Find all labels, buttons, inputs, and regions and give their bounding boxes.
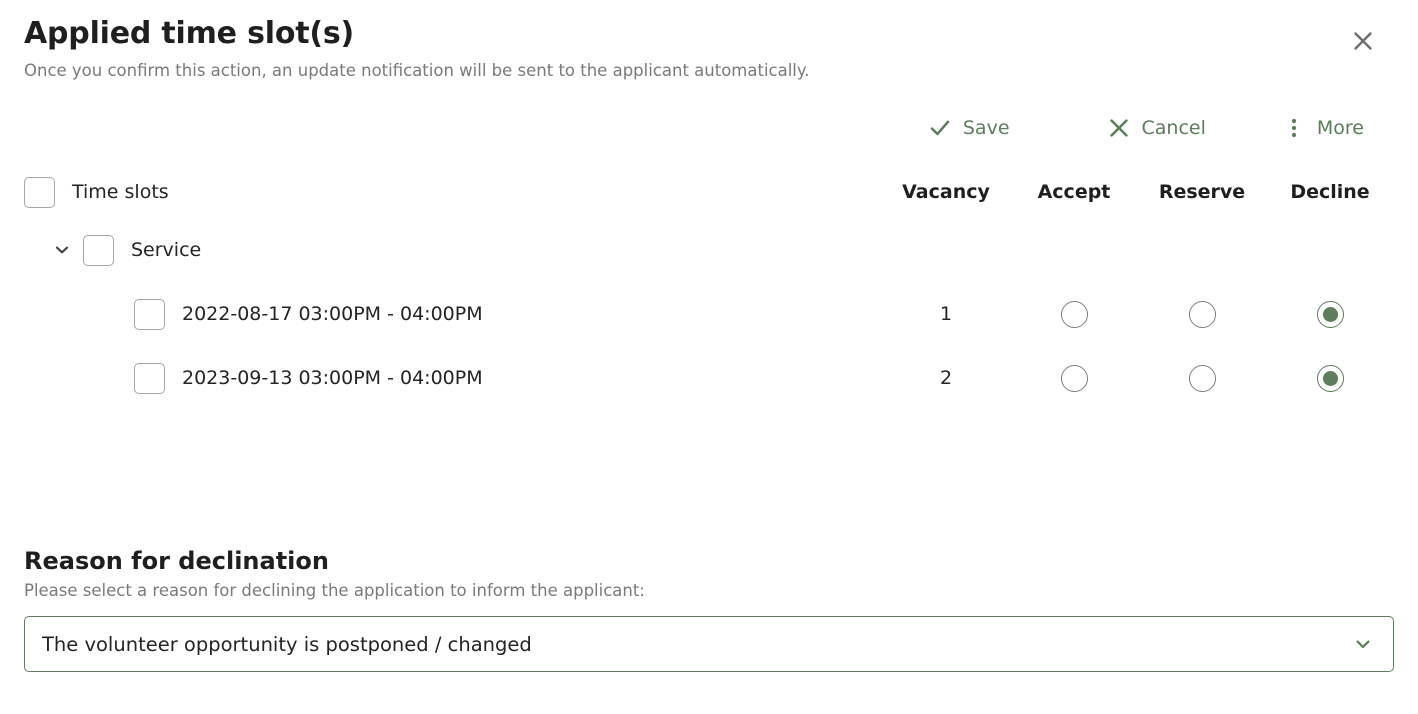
- slot-label-cell: 2023-09-13 03:00PM - 04:00PM: [24, 346, 882, 410]
- group-checkbox[interactable]: [83, 234, 114, 266]
- slot-label: 2023-09-13 03:00PM - 04:00PM: [182, 367, 483, 390]
- dialog-subtitle: Once you confirm this action, an update …: [24, 61, 810, 80]
- select-all-checkbox[interactable]: [24, 176, 55, 208]
- more-button-label: More: [1316, 116, 1364, 139]
- select-all-label: Time slots: [72, 181, 169, 204]
- slot-label: 2022-08-17 03:00PM - 04:00PM: [182, 303, 483, 326]
- save-button-label: Save: [962, 116, 1010, 139]
- group-accept-cell: [1010, 218, 1138, 282]
- page-title: Applied time slot(s): [24, 16, 355, 51]
- slot-vacancy: 1: [939, 303, 953, 326]
- column-header-reserve: Reserve: [1158, 181, 1246, 204]
- reason-for-declination-section: Reason for declination Please select a r…: [24, 546, 1394, 673]
- slot-reserve-cell: [1138, 282, 1266, 346]
- cancel-button-label: Cancel: [1141, 116, 1206, 139]
- table-body: Service 2022-08-17 03:00PM - 04:00PM 1 2…: [24, 218, 1394, 410]
- column-header-accept: Accept: [1037, 181, 1111, 204]
- slot-accept-cell: [1010, 346, 1138, 410]
- reserve-radio[interactable]: [1188, 364, 1216, 392]
- check-icon: [928, 116, 952, 140]
- reason-select-value: The volunteer opportunity is postponed /…: [42, 632, 532, 656]
- accept-radio[interactable]: [1060, 364, 1088, 392]
- slot-row-content: 2022-08-17 03:00PM - 04:00PM: [24, 298, 882, 330]
- reason-description: Please select a reason for declining the…: [24, 581, 645, 600]
- reason-select[interactable]: The volunteer opportunity is postponed /…: [24, 616, 1394, 673]
- dialog-header: Applied time slot(s) Once you confirm th…: [24, 14, 1394, 82]
- slot-decline-cell: [1266, 346, 1394, 410]
- slot-checkbox[interactable]: [134, 362, 165, 394]
- table-row: 2023-09-13 03:00PM - 04:00PM 2: [24, 346, 1394, 410]
- column-header-vacancy: Vacancy: [902, 181, 990, 204]
- select-all-header: Time slots: [24, 166, 882, 218]
- group-row-content: Service: [24, 234, 882, 266]
- table-header: Time slots Vacancy Accept Reserve Declin…: [24, 166, 1394, 218]
- save-button[interactable]: Save: [924, 114, 1014, 142]
- x-icon: [1107, 116, 1131, 140]
- applied-time-slots-dialog: Applied time slot(s) Once you confirm th…: [0, 0, 1418, 714]
- decline-radio[interactable]: [1316, 300, 1344, 328]
- slot-vacancy: 2: [939, 367, 953, 390]
- chevron-down-icon: [1351, 632, 1375, 656]
- group-decline-cell: [1266, 218, 1394, 282]
- close-button[interactable]: [1344, 22, 1382, 60]
- table-row: 2022-08-17 03:00PM - 04:00PM 1: [24, 282, 1394, 346]
- table-toolbar: Save Cancel More: [24, 108, 1394, 148]
- chevron-down-icon[interactable]: [53, 237, 83, 263]
- slot-decline-cell: [1266, 282, 1394, 346]
- more-button[interactable]: More: [1278, 114, 1368, 142]
- group-reserve-cell: [1138, 218, 1266, 282]
- reason-title: Reason for declination: [24, 547, 329, 575]
- slot-reserve-cell: [1138, 346, 1266, 410]
- select-all-group: Time slots: [24, 176, 882, 208]
- accept-radio[interactable]: [1060, 300, 1088, 328]
- vertical-dots-icon: [1282, 116, 1306, 140]
- slot-row-content: 2023-09-13 03:00PM - 04:00PM: [24, 362, 882, 394]
- group-label: Service: [131, 239, 202, 262]
- slot-accept-cell: [1010, 282, 1138, 346]
- reserve-radio[interactable]: [1188, 300, 1216, 328]
- table-header-row: Time slots Vacancy Accept Reserve Declin…: [24, 166, 1394, 218]
- column-header-decline: Decline: [1290, 181, 1370, 204]
- group-vacancy-cell: [882, 218, 1010, 282]
- close-icon: [1350, 28, 1376, 54]
- slot-checkbox[interactable]: [134, 298, 165, 330]
- group-label-cell: Service: [24, 218, 882, 282]
- cancel-button[interactable]: Cancel: [1103, 114, 1210, 142]
- time-slots-table: Time slots Vacancy Accept Reserve Declin…: [24, 166, 1394, 410]
- decline-radio[interactable]: [1316, 364, 1344, 392]
- table-group-row: Service: [24, 218, 1394, 282]
- slot-label-cell: 2022-08-17 03:00PM - 04:00PM: [24, 282, 882, 346]
